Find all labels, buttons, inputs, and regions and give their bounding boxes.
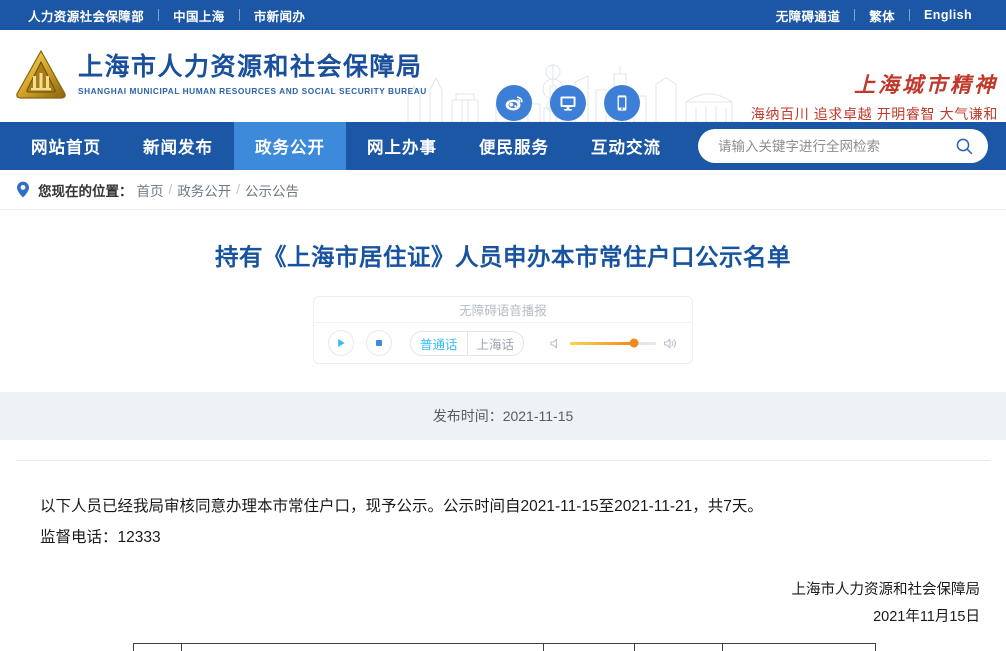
table-header-unit: 单位名称: [181, 642, 544, 651]
site-brand[interactable]: 上海市人力资源和社会保障局 SHANGHAI MUNICIPAL HUMAN R…: [14, 48, 427, 102]
article-body: 以下人员已经我局审核同意办理本市常住户口，现予公示。公示时间自2021-11-1…: [0, 461, 1006, 553]
nav-item-interaction[interactable]: 互动交流: [570, 122, 682, 170]
topbar-link-accessibility[interactable]: 无障碍通道: [762, 6, 855, 25]
spirit-title: 上海城市精神: [854, 73, 998, 97]
article: 持有《上海市居住证》人员申办本市常住户口公示名单 无障碍语音播报 普通话 上海话: [0, 210, 1006, 651]
audio-player: 无障碍语音播报 普通话 上海话: [313, 296, 693, 364]
language-option-mandarin[interactable]: 普通话: [411, 332, 467, 355]
audio-player-title: 无障碍语音播报: [314, 297, 692, 323]
signature-date: 2021年11月15日: [873, 608, 980, 625]
stop-button[interactable]: [366, 330, 392, 356]
site-search[interactable]: [698, 129, 988, 163]
article-signature: 上海市人力资源和社会保障局 2021年11月15日: [0, 553, 1006, 631]
brand-title-en: SHANGHAI MUNICIPAL HUMAN RESOURCES AND S…: [78, 85, 427, 96]
volume-slider[interactable]: [570, 338, 656, 348]
brand-title-cn: 上海市人力资源和社会保障局: [78, 53, 423, 82]
table-header-children: 子女姓名: [722, 642, 876, 651]
site-masthead: 上海市人力资源和社会保障局 SHANGHAI MUNICIPAL HUMAN R…: [0, 30, 1006, 122]
breadcrumb-item-home[interactable]: 首页: [137, 180, 164, 200]
table-header-seq: 序号: [133, 642, 182, 651]
breadcrumb: 您现在的位置： 首页 / 政务公开 / 公示公告: [0, 170, 1006, 210]
spirit-subtitle: 海纳百川 追求卓越 开明睿智 大气谦和: [750, 106, 998, 122]
table-header-row: 序号 单位名称 主调人姓名 配偶姓名 子女姓名: [133, 642, 876, 651]
bureau-emblem-icon: [16, 49, 66, 99]
top-utility-bar: 人力资源社会保障部 中国上海 市新闻办 无障碍通道 繁体 English: [0, 0, 1006, 30]
play-icon: [338, 339, 345, 347]
topbar-link-english[interactable]: English: [910, 8, 986, 22]
nav-item-home[interactable]: 网站首页: [10, 122, 122, 170]
listing-table-wrapper: 序号 单位名称 主调人姓名 配偶姓名 子女姓名: [0, 631, 1006, 651]
main-navigation: 网站首页 新闻发布 政务公开 网上办事 便民服务 互动交流: [0, 122, 1006, 170]
language-toggle: 普通话 上海话: [410, 330, 525, 356]
nav-item-list: 网站首页 新闻发布 政务公开 网上办事 便民服务 互动交流: [0, 122, 682, 170]
page-title: 持有《上海市居住证》人员申办本市常住户口公示名单: [215, 244, 791, 270]
breadcrumb-item-announcements[interactable]: 公示公告: [245, 180, 299, 200]
search-icon[interactable]: [955, 137, 974, 156]
article-paragraph: 监督电话：12333: [40, 529, 161, 546]
stop-icon: [376, 340, 382, 346]
location-pin-icon: [16, 181, 30, 198]
play-button[interactable]: [328, 330, 354, 356]
volume-mute-icon[interactable]: [549, 337, 563, 350]
language-option-shanghainese[interactable]: 上海话: [466, 331, 524, 355]
topbar-link-china-shanghai[interactable]: 中国上海: [159, 6, 239, 25]
mobile-icon[interactable]: [604, 85, 640, 121]
volume-up-icon[interactable]: [663, 337, 678, 350]
volume-slider-knob[interactable]: [629, 338, 639, 348]
breadcrumb-separator: /: [168, 182, 173, 197]
table-header-main-applicant: 主调人姓名: [543, 642, 635, 651]
nav-item-government-affairs[interactable]: 政务公开: [234, 122, 346, 170]
social-links: [496, 85, 640, 121]
listing-table: 序号 单位名称 主调人姓名 配偶姓名 子女姓名: [133, 642, 876, 651]
search-input[interactable]: [718, 138, 955, 154]
topbar-right-links: 无障碍通道 繁体 English: [762, 6, 986, 25]
city-spirit-slogan: 上海城市精神 海纳百川 追求卓越 开明睿智 大气谦和: [750, 73, 998, 122]
breadcrumb-label: 您现在的位置：: [38, 183, 133, 199]
nav-item-news[interactable]: 新闻发布: [122, 122, 234, 170]
nav-item-public-services[interactable]: 便民服务: [458, 122, 570, 170]
audio-player-controls: 普通话 上海话: [314, 323, 692, 363]
weibo-icon[interactable]: [496, 85, 532, 121]
signature-organization: 上海市人力资源和社会保障局: [791, 582, 981, 598]
breadcrumb-separator: /: [236, 182, 241, 197]
topbar-link-news-office[interactable]: 市新闻办: [240, 6, 320, 25]
volume-control: [549, 337, 678, 350]
publish-time: 发布时间：2021-11-15: [0, 392, 1006, 440]
topbar-link-mohrss[interactable]: 人力资源社会保障部: [14, 6, 158, 25]
volume-slider-fill: [570, 341, 634, 345]
topbar-link-traditional[interactable]: 繁体: [855, 6, 909, 25]
topbar-left-links: 人力资源社会保障部 中国上海 市新闻办: [14, 6, 319, 25]
article-paragraph: 以下人员已经我局审核同意办理本市常住户口，现予公示。公示时间自2021-11-1…: [40, 498, 763, 515]
table-header-spouse: 配偶姓名: [634, 642, 723, 651]
nav-item-online-services[interactable]: 网上办事: [346, 122, 458, 170]
desktop-icon[interactable]: [550, 85, 586, 121]
breadcrumb-item-government-affairs[interactable]: 政务公开: [177, 180, 231, 200]
